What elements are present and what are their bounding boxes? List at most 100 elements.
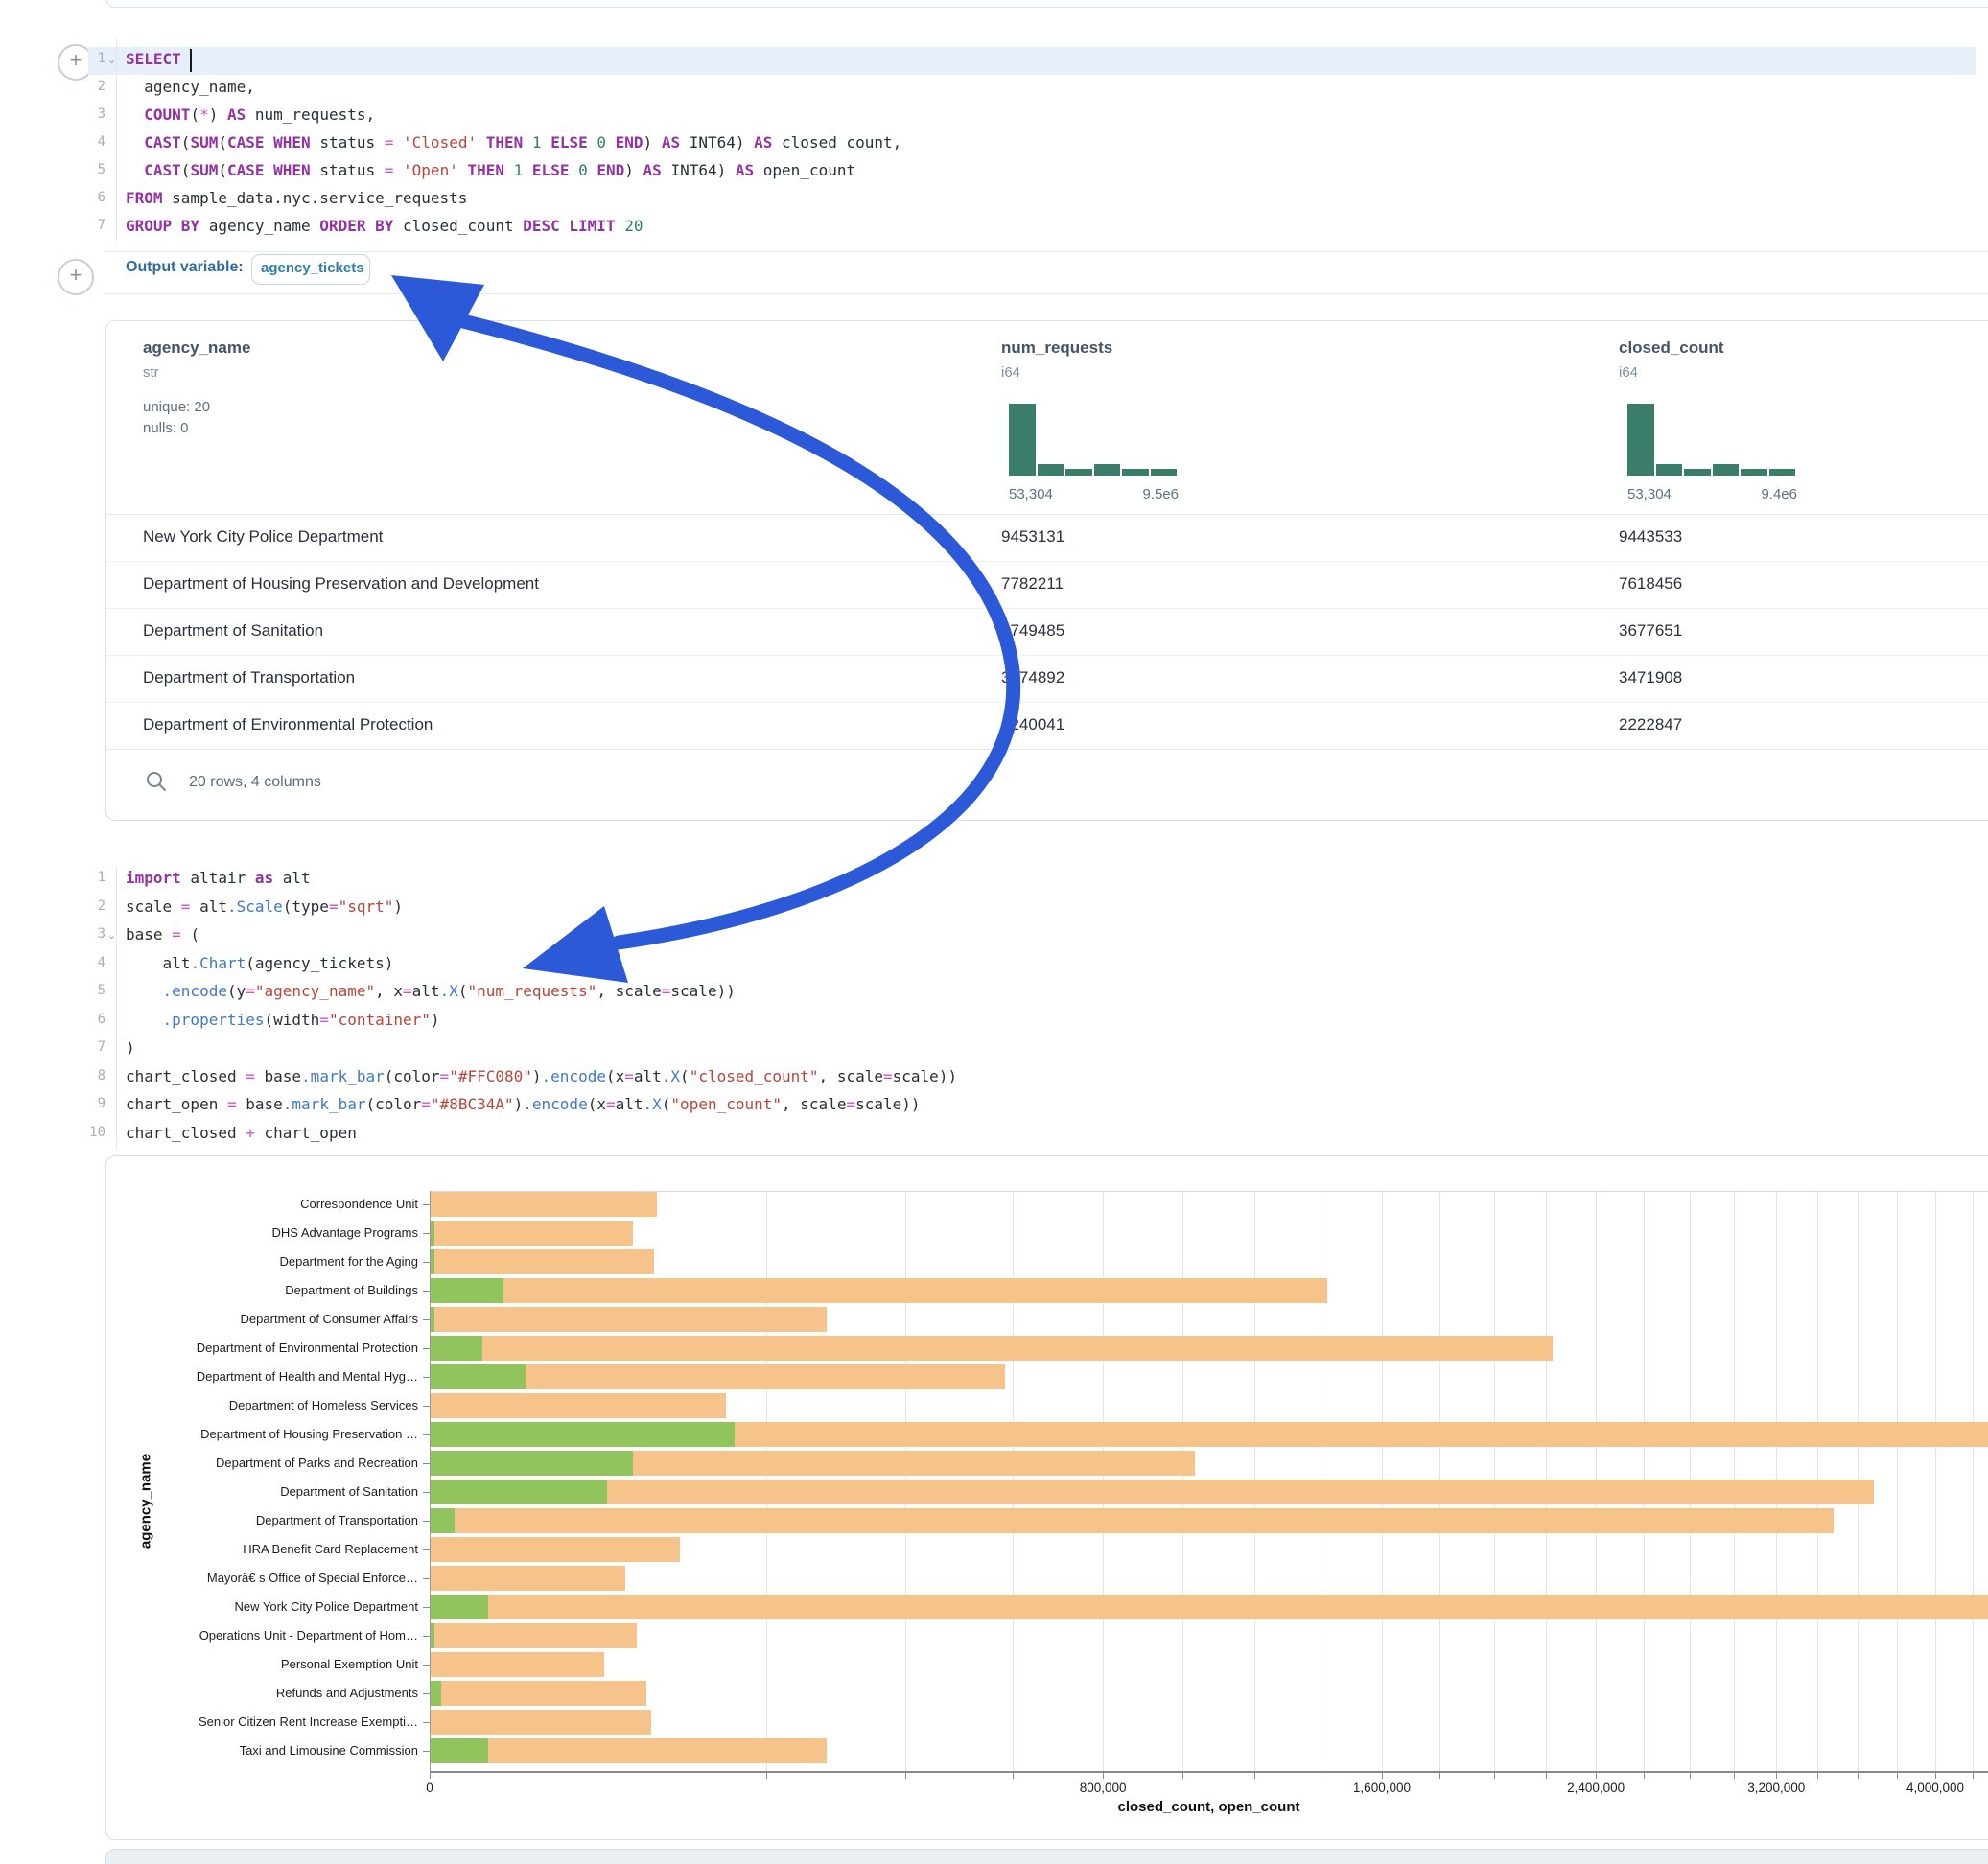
code-token: .encode [542,1067,606,1085]
histogram-max-label: 9.5e6 [1009,486,1179,502]
code-line[interactable]: chart_open = base.mark_bar(color="#8BC34… [126,1095,921,1113]
code-token: (color [385,1067,440,1085]
code-line[interactable]: COUNT(*) AS num_requests, [126,105,375,124]
code-token: = [246,1067,255,1085]
code-line[interactable]: import altair as alt [126,869,311,887]
code-line[interactable]: scale = alt.Scale(type="sqrt") [126,897,403,916]
code-token: = [403,982,412,1000]
active-line-highlight [88,47,1976,75]
code-token: END [596,161,624,179]
code-line[interactable]: GROUP BY agency_name ORDER BY closed_cou… [126,217,643,235]
code-token [126,982,163,1000]
code-line[interactable]: base = ( [126,925,199,944]
collapse-chevron-icon[interactable]: ⌄ [107,929,116,942]
chart-card [105,1155,1988,1840]
cell-num-requests: 7782211 [1001,574,1064,594]
histogram-bar [1769,469,1796,477]
code-token: AS [227,105,246,124]
code-token: scale)) [855,1095,920,1113]
previous-cell-edge [105,0,1988,8]
code-line[interactable]: alt.Chart(agency_tickets) [126,954,393,972]
cell-num-requests: 3774892 [1001,668,1064,687]
code-token: AS [754,133,772,151]
collapse-chevron-icon[interactable]: ⌄ [107,54,116,66]
cell-closed-count: 3677651 [1619,621,1682,641]
line-number: 1 [67,51,105,66]
code-token: .mark_bar [301,1067,385,1085]
code-token: AS [736,161,754,179]
code-token: status [311,133,385,151]
code-token: .Scale [227,897,283,916]
output-variable-badge[interactable]: agency_tickets [251,254,370,285]
code-token [542,133,551,151]
code-token: GROUP BY [126,217,199,235]
code-token: base [237,1095,283,1113]
code-token [588,133,597,151]
code-token: , scale [819,1067,883,1085]
code-token [560,217,570,235]
code-token: agency_name, [126,78,255,96]
code-line[interactable]: ) [126,1038,135,1057]
code-token: CASE WHEN [227,161,311,179]
code-token: END [616,133,643,151]
cell-closed-count: 2222847 [1619,715,1682,734]
code-line[interactable]: SELECT [126,50,190,68]
output-variable-row: Output variable: agency_tickets [0,251,1988,293]
code-token: SELECT [126,50,181,68]
table-row: Department of Transportation377489234719… [106,655,1988,702]
code-line[interactable]: CAST(SUM(CASE WHEN status = 'Closed' THE… [126,133,901,151]
result-table-card: agency_namestrunique: 20nulls: 0num_requ… [105,320,1988,821]
notebook-page: + 1⌄SELECT 2 agency_name,3 COUNT(*) AS n… [0,0,1988,1864]
code-token: scale)) [670,982,735,1000]
code-token: ( [181,925,199,944]
code-token: + [246,1124,255,1142]
code-token: status [311,161,385,179]
code-line[interactable]: agency_name, [126,78,255,96]
code-token: (color [365,1095,421,1113]
search-icon[interactable] [145,770,170,795]
cell-num-requests: 9453131 [1001,527,1064,547]
code-token: = [662,982,671,1000]
code-line[interactable]: FROM sample_data.nyc.service_requests [126,189,467,207]
code-token: base [126,925,172,944]
add-cell-button-middle[interactable]: + [58,259,94,295]
code-line[interactable]: .properties(width="container") [126,1011,440,1029]
sql-code-cell[interactable]: 1⌄SELECT 2 agency_name,3 COUNT(*) AS num… [0,29,1988,251]
code-token: = [246,982,255,1000]
code-token: = [606,1095,616,1113]
code-token [504,161,514,179]
code-token [523,133,532,151]
code-token: alt [126,954,190,972]
code-token: THEN [486,133,524,151]
column-type: i64 [1001,364,1020,381]
table-row: Department of Housing Preservation and D… [106,561,1988,608]
code-token: closed_count, [772,133,901,151]
code-line[interactable]: chart_closed + chart_open [126,1124,357,1142]
code-token: (type [283,897,329,916]
code-token: chart_open [255,1124,357,1142]
code-token: (agency_tickets) [246,954,393,972]
code-token: (x [588,1095,606,1113]
column-meta: nulls: 0 [143,420,189,436]
code-token: AS [662,133,680,151]
code-token: DESC [523,217,560,235]
code-token: .Chart [190,954,246,972]
column-type: str [143,364,159,381]
column-header: agency_name [143,338,250,358]
code-token: = [181,897,191,916]
code-token: chart_closed [126,1124,246,1142]
code-token: num_requests, [246,105,375,124]
code-line[interactable]: CAST(SUM(CASE WHEN status = 'Open' THEN … [126,161,855,179]
cell-agency-name: Department of Environmental Protection [143,715,433,734]
code-token [523,161,532,179]
code-line[interactable]: .encode(y="agency_name", x=alt.X("num_re… [126,982,736,1000]
code-token: 'Open' [403,161,458,179]
code-line[interactable]: chart_closed = base.mark_bar(color="#FFC… [126,1067,957,1085]
code-token: .X [440,982,458,1000]
line-number: 9 [67,1096,105,1111]
line-number: 4 [67,955,105,970]
next-cell-edge [105,1849,1988,1864]
python-code-cell[interactable]: 1import altair as alt2scale = alt.Scale(… [0,858,1988,1155]
histogram-bar [1065,469,1092,476]
code-token: "agency_name" [255,982,375,1000]
